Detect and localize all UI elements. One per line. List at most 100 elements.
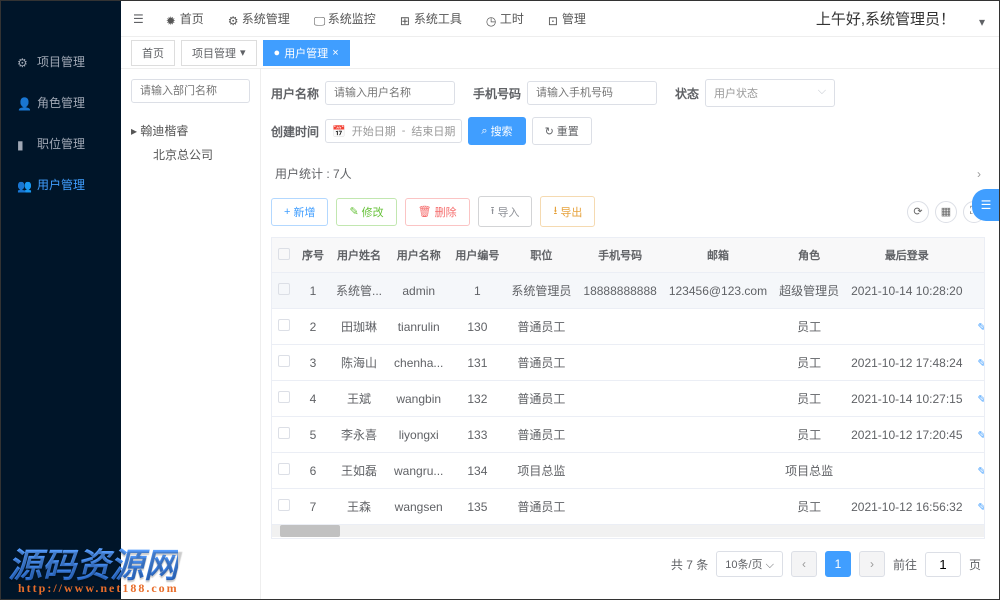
row-edit[interactable]: ✎ 修改 (978, 430, 985, 442)
table-header: 操作 (969, 238, 985, 273)
sidebar-item-label: 用户管理 (37, 176, 85, 193)
username-input[interactable] (325, 81, 455, 105)
greeting: 上午好,系统管理员！ (816, 8, 975, 29)
briefcase-icon: ▮ (17, 138, 29, 150)
gear-icon: ⚙ (17, 56, 29, 68)
row-checkbox[interactable] (278, 391, 290, 403)
prev-page-button[interactable]: ‹ (791, 551, 817, 577)
topnav-mgmt[interactable]: ⊡管理 (538, 10, 596, 27)
row-checkbox[interactable] (278, 283, 290, 295)
float-action-button[interactable]: ☰ (972, 189, 999, 221)
table-row: 3陈海山chenha...131普通员工员工2021-10-12 17:48:2… (272, 345, 985, 381)
tool-icon: ⊞ (400, 14, 410, 24)
tree-child[interactable]: 北京总公司 (131, 146, 250, 163)
search-icon: ⌕ (481, 125, 487, 138)
sidebar-item-label: 项目管理 (37, 53, 85, 70)
sidebar: ⚙ 项目管理 👤 角色管理 ▮职位管理 👥 用户管理 (1, 1, 121, 599)
sidebar-item-position[interactable]: ▮职位管理 (1, 123, 121, 164)
user-table: 序号用户姓名用户名称用户编号职位手机号码邮箱角色最后登录操作 1系统管...ad… (271, 237, 985, 539)
import-button[interactable]: ⭱ 导入 (478, 196, 533, 227)
monitor-icon: 🖵 (314, 14, 324, 24)
row-edit[interactable]: ✎ 修改 (978, 322, 985, 334)
cube-icon: ⊡ (548, 14, 558, 24)
table-header: 序号 (296, 238, 330, 273)
created-label: 创建时间 (271, 123, 319, 140)
row-edit[interactable]: ✎ 修改 (978, 394, 985, 406)
table-header: 职位 (505, 238, 577, 273)
tab-user[interactable]: ● 用户管理 × (263, 40, 350, 66)
dept-search-input[interactable] (131, 79, 250, 103)
next-page-button[interactable]: › (859, 551, 885, 577)
date-range-picker[interactable]: 📅开始日期 - 结束日期 (325, 119, 462, 143)
dept-tree-pane: ▸ 翰迪楷睿 北京总公司 (121, 69, 261, 599)
user-stats: 用户统计 : 7人 (275, 165, 352, 182)
export-button[interactable]: ⭳ 导出 (540, 196, 595, 227)
goto-label: 前往 (893, 556, 917, 573)
sidebar-item-role[interactable]: 👤 角色管理 (1, 82, 121, 123)
user-dropdown[interactable]: ▾ (979, 15, 987, 23)
chevron-down-icon: ⌵ (818, 85, 826, 98)
table-row: 4王斌wangbin132普通员工员工2021-10-14 10:27:15✎ … (272, 381, 985, 417)
topnav-sysmgmt[interactable]: ⚙系统管理 (218, 10, 300, 27)
toolbar: + 新增 ✎ 修改 🗑 删除 ⭱ 导入 ⭳ 导出 ⟳ ▦ ⛶ (271, 196, 985, 227)
table-header: 用户编号 (449, 238, 505, 273)
table-row: 7王森wangsen135普通员工员工2021-10-12 16:56:32✎ … (272, 489, 985, 525)
topnav-systool[interactable]: ⊞系统工具 (390, 10, 472, 27)
page-1-button[interactable]: 1 (825, 551, 851, 577)
gear-icon: ⚙ (228, 14, 238, 24)
row-edit[interactable]: ✎ 修改 (978, 358, 985, 370)
sidebar-item-project[interactable]: ⚙ 项目管理 (1, 41, 121, 82)
table-row: 2田珈琳tianrulin130普通员工员工✎ 修改🗑 删除›更多 (272, 309, 985, 345)
row-checkbox[interactable] (278, 355, 290, 367)
status-label: 状态 (675, 85, 699, 102)
topnav-home[interactable]: ✹首页 (156, 10, 214, 27)
goto-page-input[interactable] (925, 552, 961, 577)
topnav-hours[interactable]: ◷工时 (476, 10, 534, 27)
search-button[interactable]: ⌕搜索 (468, 117, 525, 145)
hamburger-icon[interactable]: ☰ (133, 12, 144, 26)
collapse-toggle[interactable]: › (977, 167, 981, 181)
calendar-icon: 📅 (332, 125, 346, 138)
table-row: 6王如磊wangru...134项目总监项目总监✎ 修改🗑 删除›更多 (272, 453, 985, 489)
topnav-sysmon[interactable]: 🖵系统监控 (304, 10, 386, 27)
table-header: 邮箱 (663, 238, 773, 273)
tree-root[interactable]: ▸ 翰迪楷睿 (131, 119, 250, 142)
table-row: 5李永喜liyongxi133普通员工员工2021-10-12 17:20:45… (272, 417, 985, 453)
topbar: ☰ ✹首页 ⚙系统管理 🖵系统监控 ⊞系统工具 ◷工时 ⊡管理 上午好,系统管理… (121, 1, 999, 37)
horizontal-scrollbar[interactable] (272, 525, 984, 537)
row-edit[interactable]: ✎ 修改 (978, 502, 985, 514)
row-checkbox[interactable] (278, 499, 290, 511)
sidebar-item-user[interactable]: 👥 用户管理 (1, 164, 121, 205)
users-icon: 👥 (17, 179, 29, 191)
sidebar-item-label: 角色管理 (37, 94, 85, 111)
pagination-total: 共 7 条 (671, 556, 708, 573)
dashboard-icon: ✹ (166, 14, 176, 24)
filter-form: 用户名称 手机号码 状态用户状态 ⌵ 创建时间 📅开始日期 - 结束日期 ⌕搜索… (271, 79, 985, 145)
close-icon[interactable]: × (332, 47, 338, 59)
row-checkbox[interactable] (278, 319, 290, 331)
table-header: 角色 (773, 238, 845, 273)
tab-home[interactable]: 首页 (131, 40, 175, 66)
row-checkbox[interactable] (278, 463, 290, 475)
columns-icon-button[interactable]: ▦ (935, 201, 957, 223)
user-icon: 👤 (17, 97, 29, 109)
row-checkbox[interactable] (278, 427, 290, 439)
tabsbar: 首页 项目管理▾ ● 用户管理 × (121, 37, 999, 69)
page-size-select[interactable]: 10条/页 ⌵ (716, 551, 783, 577)
tab-project[interactable]: 项目管理▾ (181, 40, 257, 66)
delete-button[interactable]: 🗑 删除 (405, 198, 470, 226)
row-edit[interactable]: ✎ 修改 (978, 466, 985, 478)
add-button[interactable]: + 新增 (271, 198, 328, 226)
pagination: 共 7 条 10条/页 ⌵ ‹ 1 › 前往 页 (271, 539, 985, 589)
dropdown-icon: ▾ (240, 46, 246, 59)
phone-label: 手机号码 (473, 85, 521, 102)
edit-button[interactable]: ✎ 修改 (336, 198, 396, 226)
refresh-icon-button[interactable]: ⟳ (907, 201, 929, 223)
page-suffix: 页 (969, 556, 981, 573)
reset-button[interactable]: ↻重置 (532, 117, 592, 145)
phone-input[interactable] (527, 81, 657, 105)
table-header: 手机号码 (577, 238, 662, 273)
select-all-checkbox[interactable] (278, 248, 290, 260)
status-select[interactable]: 用户状态 ⌵ (705, 79, 835, 107)
table-header: 最后登录 (845, 238, 968, 273)
